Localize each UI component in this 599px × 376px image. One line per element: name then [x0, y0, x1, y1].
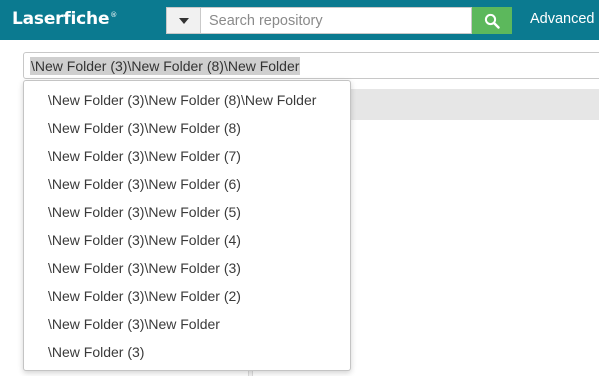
- advanced-search-link[interactable]: Advanced: [530, 11, 595, 27]
- path-option[interactable]: \New Folder (3)\New Folder (8): [24, 114, 350, 142]
- chevron-down-icon: [178, 17, 189, 24]
- path-option[interactable]: \New Folder (3)\New Folder (5): [24, 198, 350, 226]
- path-option[interactable]: \New Folder (3)\New Folder (6): [24, 170, 350, 198]
- path-option[interactable]: \New Folder (3)\New Folder (3): [24, 254, 350, 282]
- path-option[interactable]: \New Folder (3)\New Folder (7): [24, 142, 350, 170]
- search-scope-dropdown[interactable]: [166, 7, 200, 34]
- path-option[interactable]: \New Folder (3)\New Folder (4): [24, 226, 350, 254]
- top-bar: Laserfiche® Advanced: [0, 0, 599, 40]
- search-button[interactable]: [472, 7, 512, 34]
- path-option[interactable]: \New Folder (3): [24, 338, 350, 366]
- path-value[interactable]: \New Folder (3)\New Folder (8)\New Folde…: [30, 57, 301, 75]
- search-group: [166, 7, 512, 34]
- search-icon: [484, 13, 500, 29]
- laserfiche-logo[interactable]: Laserfiche®: [12, 9, 117, 29]
- logo-registered-mark: ®: [110, 11, 118, 19]
- search-input[interactable]: [200, 7, 472, 34]
- path-option[interactable]: \New Folder (3)\New Folder: [24, 310, 350, 338]
- path-history-dropdown: \New Folder (3)\New Folder (8)\New Folde…: [23, 80, 351, 371]
- logo-text: Laserfiche: [12, 9, 110, 29]
- path-option[interactable]: \New Folder (3)\New Folder (2): [24, 282, 350, 310]
- path-combobox[interactable]: \New Folder (3)\New Folder (8)\New Folde…: [23, 52, 599, 79]
- path-option[interactable]: \New Folder (3)\New Folder (8)\New Folde…: [24, 86, 350, 114]
